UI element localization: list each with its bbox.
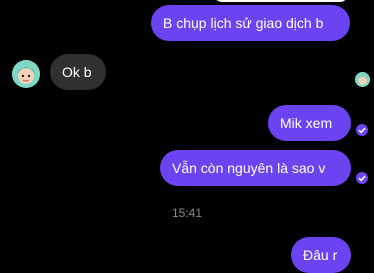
avatar-icon[interactable] [12,60,40,88]
message-text: Ok b [62,64,92,80]
message-thread: B chụp lịch sử giao dịch b Ok b Mik xem … [0,0,374,273]
message-bubble[interactable]: B chụp lịch sử giao dịch b [151,5,350,41]
seen-avatar-icon [355,72,370,87]
message-bubble[interactable]: Ok b [50,54,106,90]
message-bubble[interactable]: Vẫn còn nguyên là sao v [160,150,351,186]
previous-message-edge [214,0,348,2]
message-text: Vẫn còn nguyên là sao v [172,160,326,176]
check-circle-icon [356,172,368,184]
message-text: B chụp lịch sử giao dịch b [163,15,324,31]
message-bubble[interactable]: Mik xem [268,105,351,141]
message-text: Đâu r [303,247,338,263]
check-circle-icon [356,124,368,136]
message-bubble[interactable]: Đâu r [291,237,351,273]
message-text: Mik xem [280,115,333,131]
timestamp: 15:41 [171,206,203,220]
